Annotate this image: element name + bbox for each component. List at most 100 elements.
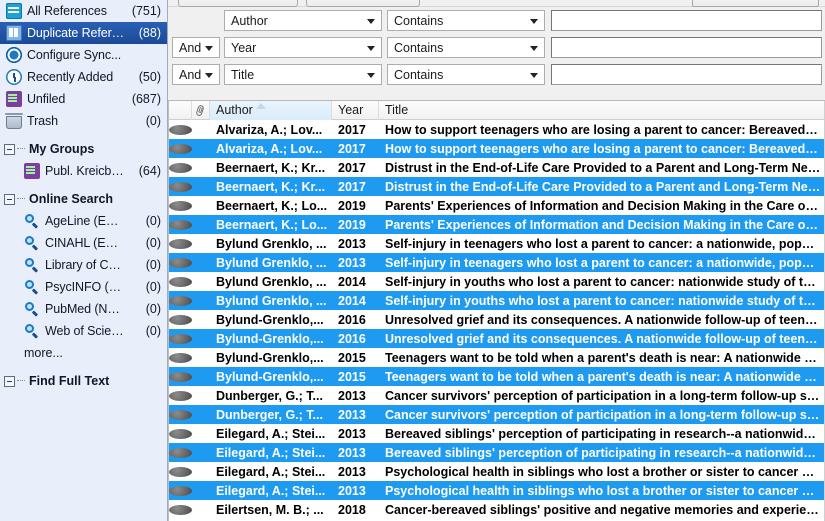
sidebar-section-online-search[interactable]: Online Search [0,188,167,210]
sidebar-item-count: (0) [145,302,161,316]
boolean-operator-select-2[interactable]: And [172,37,220,58]
search-operator-select-3[interactable]: Contains [387,64,545,85]
sidebar-item-library-of-congress[interactable]: Library of Cong... (0) [0,254,167,276]
column-header-read-status[interactable] [169,101,192,120]
table-row[interactable]: Eilegard, A.; Stei... 2013 Bereaved siblin… [169,424,825,443]
title-cell: Bereaved siblings' perception of partici… [379,443,825,462]
sidebar-item-configure-sync[interactable]: Configure Sync... [0,44,167,66]
column-header-year[interactable]: Year [332,101,379,120]
unread-dot-icon [169,124,192,135]
sidebar-item-publ-kreicber[interactable]: Publ. Kreicber... (64) [0,160,167,182]
read-status-cell[interactable] [169,386,192,405]
read-status-cell[interactable] [169,443,192,462]
column-header-title[interactable]: Title [379,101,825,120]
references-table: Author Year Title Alvariza, A.; Lov... 20… [168,101,825,521]
table-row[interactable]: Eilegard, A.; Stei... 2013 Psychological h… [169,462,825,481]
year-value: 2013 [338,236,366,251]
table-row[interactable]: Eilegard, A.; Stei... 2013 Bereaved siblin… [169,443,825,462]
search-field-select-3[interactable]: Title [224,64,382,85]
search-term-input-2[interactable] [551,37,822,58]
read-status-cell[interactable] [169,234,192,253]
search-operator-select-2[interactable]: Contains [387,37,545,58]
read-status-cell[interactable] [169,177,192,196]
table-row[interactable]: Beernaert, K.; Lo... 2019 Parents' Experie… [169,196,825,215]
read-status-cell[interactable] [169,329,192,348]
author-value: Bylund-Grenklo,... [216,331,324,346]
sidebar-item-cinahl-ebsco[interactable]: CINAHL (EBSCO) (0) [0,232,167,254]
column-header-author[interactable]: Author [210,101,332,120]
read-status-cell[interactable] [169,196,192,215]
table-row[interactable]: Beernaert, K.; Lo... 2019 Parents' Experie… [169,215,825,234]
recently-added-icon [6,69,22,85]
main-panel: Author Contains And Year Contains And Ti… [168,0,825,521]
boolean-operator-value: And [179,67,202,82]
toolbar-button-right[interactable] [306,0,420,7]
sidebar: All References (751) Duplicate Reference… [0,0,168,521]
table-row[interactable]: Bylund Grenklo, ... 2013 Self-injury in te… [169,234,825,253]
chevron-down-icon [530,72,538,78]
table-row[interactable]: Bylund-Grenklo,... 2015 Teenagers want to … [169,348,825,367]
read-status-cell[interactable] [169,348,192,367]
sidebar-item-trash[interactable]: Trash (0) [0,110,167,132]
title-value: Cancer survivors' perception of particip… [385,388,821,403]
sidebar-item-count: (0) [145,280,161,294]
table-body: Alvariza, A.; Lov... 2017 How to support t… [169,120,825,519]
year-cell: 2016 [332,310,379,329]
read-status-cell[interactable] [169,272,192,291]
table-row[interactable]: Beernaert, K.; Kr... 2017 Distrust in the … [169,177,825,196]
sidebar-item-more[interactable]: more... [0,342,167,364]
table-row[interactable]: Bylund-Grenklo,... 2016 Unresolved grief a… [169,310,825,329]
collapse-icon[interactable] [4,193,15,205]
author-value: Eilegard, A.; Stei... [216,464,326,479]
boolean-operator-select-3[interactable]: And [172,64,220,85]
toolbar-options-bar[interactable] [692,0,819,7]
read-status-cell[interactable] [169,405,192,424]
table-row[interactable]: Bylund Grenklo, ... 2014 Self-injury in yo… [169,291,825,310]
sidebar-item-web-of-science[interactable]: Web of Science... (0) [0,320,167,342]
collapse-icon[interactable] [4,143,15,155]
read-status-cell[interactable] [169,253,192,272]
table-row[interactable]: Bylund Grenklo, ... 2014 Self-injury in yo… [169,272,825,291]
read-status-cell[interactable] [169,481,192,500]
read-status-cell[interactable] [169,139,192,158]
table-row[interactable]: Bylund Grenklo, ... 2013 Self-injury in te… [169,253,825,272]
read-status-cell[interactable] [169,120,192,139]
sidebar-item-pubmed-nlm[interactable]: PubMed (NLM) (0) [0,298,167,320]
search-term-input-1[interactable] [551,10,822,31]
table-row[interactable]: Dunberger, G.; T... 2013 Cancer survivors'… [169,405,825,424]
table-row[interactable]: Alvariza, A.; Lov... 2017 How to support t… [169,139,825,158]
search-operator-select-1[interactable]: Contains [387,10,545,31]
title-value: Cancer-bereaved siblings' positive and n… [385,502,821,517]
table-row[interactable]: Eilegard, A.; Stei... 2013 Psychological h… [169,481,825,500]
chevron-down-icon [530,45,538,51]
table-row[interactable]: Dunberger, G.; T... 2013 Cancer survivors'… [169,386,825,405]
read-status-cell[interactable] [169,462,192,481]
sidebar-section-my-groups[interactable]: My Groups [0,138,167,160]
sidebar-item-psycinfo-ovid[interactable]: PsycINFO (Ovi... (0) [0,276,167,298]
sidebar-item-ageline-ebsco[interactable]: AgeLine (EBSCO) (0) [0,210,167,232]
sidebar-item-all-references[interactable]: All References (751) [0,0,167,22]
read-status-cell[interactable] [169,310,192,329]
read-status-cell[interactable] [169,500,192,519]
sidebar-item-duplicate-references[interactable]: Duplicate References (88) [0,22,167,44]
read-status-cell[interactable] [169,215,192,234]
search-field-select-2[interactable]: Year [224,37,382,58]
sidebar-item-unfiled[interactable]: Unfiled (687) [0,88,167,110]
read-status-cell[interactable] [169,291,192,310]
toolbar-button-left[interactable] [178,0,298,7]
search-term-input-3[interactable] [551,64,822,85]
table-row[interactable]: Beernaert, K.; Kr... 2017 Distrust in the … [169,158,825,177]
sidebar-item-label: Trash [27,114,58,128]
read-status-cell[interactable] [169,158,192,177]
read-status-cell[interactable] [169,367,192,386]
search-field-select-1[interactable]: Author [224,10,382,31]
collapse-icon[interactable] [4,375,15,387]
table-row[interactable]: Eilertsen, M. B.; ... 2018 Cancer-bereaved… [169,500,825,519]
column-header-attachment[interactable] [192,101,210,120]
table-row[interactable]: Bylund-Grenklo,... 2016 Unresolved grief a… [169,329,825,348]
table-row[interactable]: Bylund-Grenklo,... 2015 Teenagers want to … [169,367,825,386]
table-row[interactable]: Alvariza, A.; Lov... 2017 How to support t… [169,120,825,139]
sidebar-item-recently-added[interactable]: Recently Added (50) [0,66,167,88]
read-status-cell[interactable] [169,424,192,443]
sidebar-section-find-full-text[interactable]: Find Full Text [0,370,167,392]
